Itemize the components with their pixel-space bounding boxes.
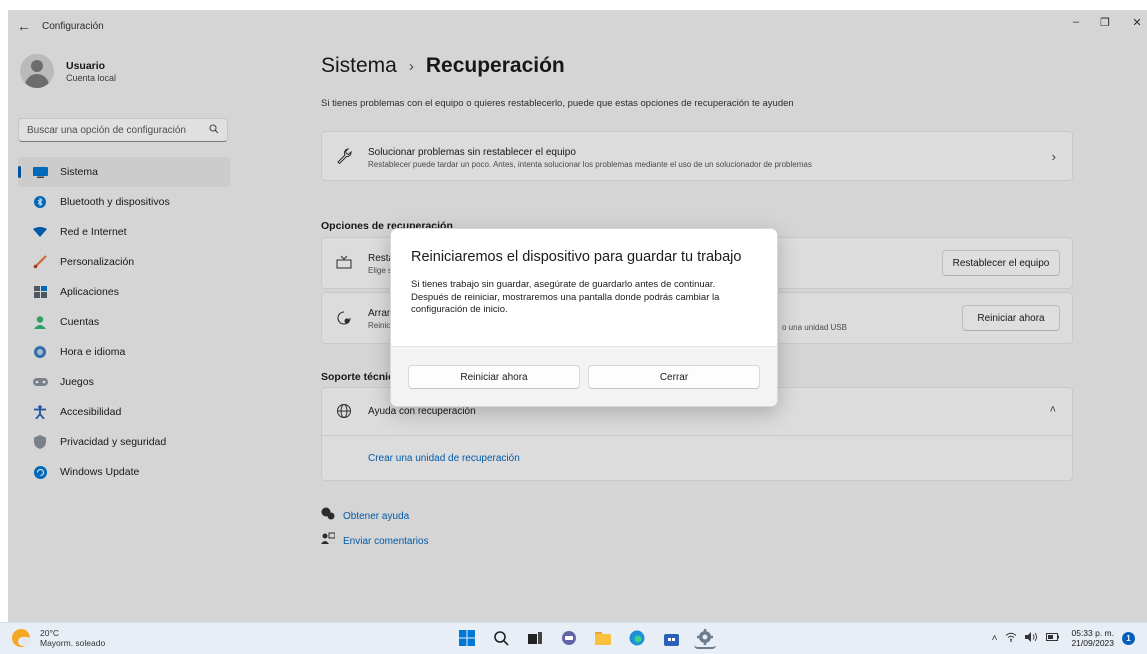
dialog-body: Si tienes trabajo sin guardar, asegúrate… bbox=[411, 279, 763, 317]
search-icon[interactable] bbox=[490, 627, 512, 649]
clock-time: 05:33 p. m. bbox=[1071, 628, 1114, 638]
store-icon[interactable] bbox=[660, 627, 682, 649]
chat-icon[interactable] bbox=[558, 627, 580, 649]
restart-dialog: Reiniciaremos el dispositivo para guarda… bbox=[390, 228, 778, 407]
weather-widget[interactable]: 20°C Mayorm. soleado bbox=[12, 628, 105, 648]
weather-desc: Mayorm. soleado bbox=[40, 638, 106, 648]
taskbar: 20°C Mayorm. soleado ˄ 05:33 p. m. 21/09… bbox=[0, 622, 1147, 654]
dialog-line-2: Después de reiniciar, mostraremos una pa… bbox=[411, 291, 720, 316]
notification-badge[interactable]: 1 bbox=[1122, 631, 1135, 645]
explorer-icon[interactable] bbox=[592, 627, 614, 649]
chevron-up-icon[interactable]: ˄ bbox=[992, 633, 998, 644]
settings-icon[interactable] bbox=[694, 627, 716, 649]
dialog-line-1: Si tienes trabajo sin guardar, asegúrate… bbox=[411, 279, 716, 290]
battery-icon[interactable] bbox=[1046, 632, 1060, 644]
edge-icon[interactable] bbox=[626, 627, 648, 649]
wifi-icon[interactable] bbox=[1005, 632, 1017, 645]
taskbar-apps bbox=[456, 627, 716, 649]
weather-temp: 20°C bbox=[40, 628, 59, 638]
weather-icon bbox=[12, 629, 32, 647]
system-tray: ˄ 05:33 p. m. 21/09/2023 1 bbox=[992, 628, 1135, 648]
volume-icon[interactable] bbox=[1025, 631, 1038, 645]
start-icon[interactable] bbox=[456, 627, 478, 649]
clock-date: 21/09/2023 bbox=[1071, 638, 1114, 648]
clock[interactable]: 05:33 p. m. 21/09/2023 bbox=[1071, 628, 1114, 648]
dialog-close-button[interactable]: Cerrar bbox=[588, 365, 760, 389]
task-view-icon[interactable] bbox=[524, 627, 546, 649]
dialog-footer: Reiniciar ahora Cerrar bbox=[391, 346, 777, 406]
dialog-restart-button[interactable]: Reiniciar ahora bbox=[408, 365, 580, 389]
dialog-title: Reiniciaremos el dispositivo para guarda… bbox=[411, 249, 742, 265]
